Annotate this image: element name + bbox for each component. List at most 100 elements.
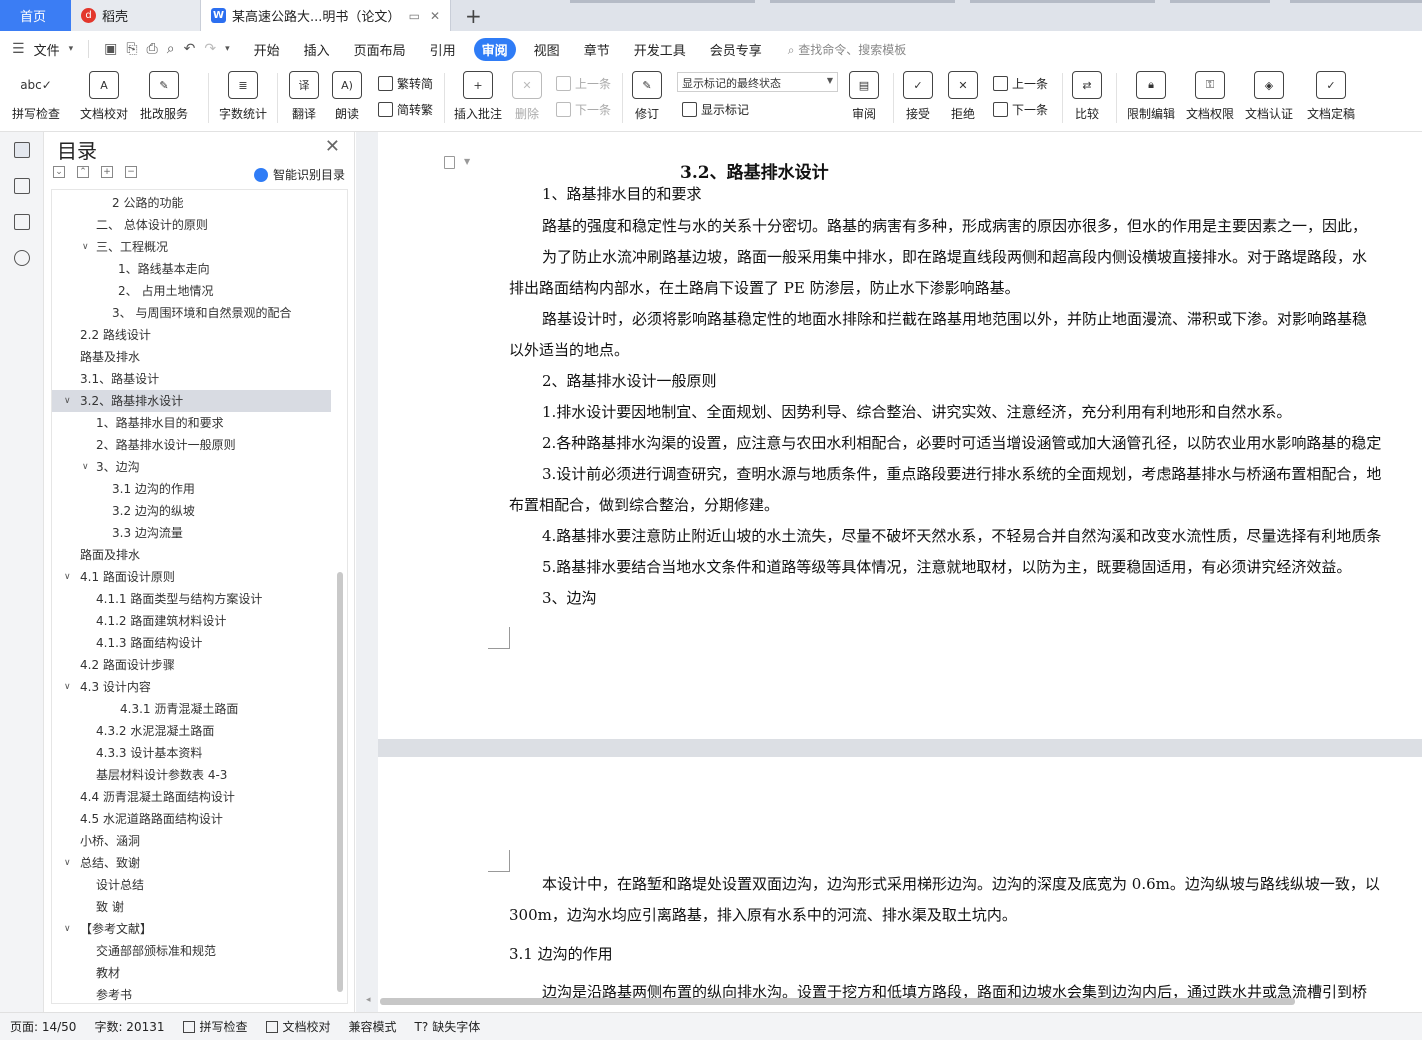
- toc-item[interactable]: 3.1 边沟的作用: [52, 478, 331, 500]
- save-icon[interactable]: ▣: [104, 41, 117, 57]
- tab-document[interactable]: W 某高速公路大...明书（论文） ▭ ✕: [201, 0, 451, 31]
- word-count-button[interactable]: ≣ 字数统计: [219, 71, 267, 122]
- bookmark-icon[interactable]: [14, 214, 30, 230]
- paragraph-note-icon[interactable]: [444, 156, 455, 169]
- restrict-editing-button[interactable]: 🔒︎ 限制编辑: [1127, 71, 1175, 122]
- document-permission-button[interactable]: ⚿ 文档权限: [1186, 71, 1234, 122]
- expand-all-icon[interactable]: ⌃: [77, 166, 89, 178]
- toc-item[interactable]: 基层材料设计参数表 4-3: [52, 764, 331, 786]
- toc-item[interactable]: 路面及排水: [52, 544, 331, 566]
- toc-item-active[interactable]: ∨ 3.2、路基排水设计: [52, 390, 331, 412]
- toc-item[interactable]: 4.2 路面设计步骤: [52, 654, 331, 676]
- menu-member[interactable]: 会员专享: [710, 40, 762, 59]
- insert-comment-button[interactable]: + 插入批注: [454, 71, 502, 122]
- chevron-down-icon[interactable]: ∨: [64, 390, 71, 412]
- menu-developer[interactable]: 开发工具: [634, 40, 686, 59]
- spell-check-button[interactable]: abc✓ 拼写检查: [12, 71, 60, 122]
- toc-item[interactable]: 1、路线基本走向: [52, 258, 331, 280]
- toc-item[interactable]: 3、 与周围环境和自然景观的配合: [52, 302, 331, 324]
- toc-item[interactable]: 3.3 边沟流量: [52, 522, 331, 544]
- menu-review[interactable]: 审阅: [473, 37, 516, 61]
- toc-item[interactable]: ∨ 4.1 路面设计原则: [52, 566, 331, 588]
- review-pane-button[interactable]: ▤ 审阅: [849, 71, 879, 122]
- proofread-button[interactable]: A 文档校对: [80, 71, 128, 122]
- menu-chapter[interactable]: 章节: [584, 40, 610, 59]
- scrollbar-thumb[interactable]: [380, 998, 1295, 1005]
- toc-item[interactable]: 路基及排水: [52, 346, 331, 368]
- toc-item[interactable]: ∨ 【参考文献】: [52, 918, 331, 940]
- show-markup-button[interactable]: 显示标记: [682, 101, 749, 118]
- toc-item[interactable]: 2 公路的功能: [52, 192, 331, 214]
- chevron-down-icon[interactable]: ∨: [82, 456, 89, 478]
- toc-item[interactable]: 设计总结: [52, 874, 331, 896]
- chevron-down-icon[interactable]: ∨: [64, 566, 71, 588]
- compat-mode-indicator[interactable]: 兼容模式: [349, 1018, 397, 1035]
- toc-item[interactable]: 4.1.1 路面类型与结构方案设计: [52, 588, 331, 610]
- finalize-document-button[interactable]: ✓ 文档定稿: [1307, 71, 1355, 122]
- delete-comment-button[interactable]: ✕ 删除: [512, 71, 542, 122]
- toc-item[interactable]: 3.2 边沟的纵坡: [52, 500, 331, 522]
- scroll-left-icon[interactable]: ◂: [366, 995, 371, 1005]
- tab-pin-icon[interactable]: ▭: [409, 9, 420, 23]
- toc-item[interactable]: 小桥、涵洞: [52, 830, 331, 852]
- chevron-down-icon[interactable]: ▾: [69, 44, 74, 54]
- menu-insert[interactable]: 插入: [304, 40, 330, 59]
- next-comment-button[interactable]: 下一条: [556, 101, 611, 118]
- toc-item[interactable]: 4.5 水泥道路路面结构设计: [52, 808, 331, 830]
- trad-to-simp-button[interactable]: 繁转简: [378, 75, 433, 92]
- menu-page-layout[interactable]: 页面布局: [354, 40, 406, 59]
- customize-icon[interactable]: ▾: [225, 44, 230, 54]
- tab-daoke[interactable]: d 稻壳: [71, 0, 201, 31]
- menu-view[interactable]: 视图: [534, 40, 560, 59]
- file-menu[interactable]: 文件: [34, 40, 60, 59]
- word-count-indicator[interactable]: 字数: 20131: [94, 1018, 164, 1035]
- toc-item[interactable]: 4.4 沥青混凝土路面结构设计: [52, 786, 331, 808]
- read-aloud-button[interactable]: A) 朗读: [332, 71, 362, 122]
- horizontal-scrollbar[interactable]: ◂: [358, 995, 1420, 1006]
- toc-item[interactable]: 2.2 路线设计: [52, 324, 331, 346]
- track-changes-button[interactable]: ✎ 修订: [632, 71, 662, 122]
- compare-button[interactable]: ⇄ 比较: [1072, 71, 1102, 122]
- toc-item[interactable]: 4.3.3 设计基本资料: [52, 742, 331, 764]
- reject-button[interactable]: ✕ 拒绝: [948, 71, 978, 122]
- toc-item[interactable]: 2、路基排水设计一般原则: [52, 434, 331, 456]
- redo-icon[interactable]: ↷: [204, 41, 216, 57]
- markup-state-select[interactable]: 显示标记的最终状态 ▼: [677, 72, 838, 92]
- toc-item[interactable]: 参考书: [52, 984, 331, 1003]
- print-icon[interactable]: ⎙: [147, 41, 158, 57]
- close-icon[interactable]: ✕: [430, 9, 440, 23]
- toc-item[interactable]: 1、路基排水目的和要求: [52, 412, 331, 434]
- toc-item[interactable]: 交通部部颁标准和规范: [52, 940, 331, 962]
- toc-panel-icon[interactable]: [14, 142, 30, 158]
- undo-icon[interactable]: ↶: [184, 41, 196, 57]
- menu-icon[interactable]: ☰: [12, 41, 25, 57]
- chevron-down-icon[interactable]: ∨: [64, 676, 71, 698]
- print-preview-icon[interactable]: ⌕: [167, 41, 175, 57]
- toc-item[interactable]: 4.1.2 路面建筑材料设计: [52, 610, 331, 632]
- tab-home[interactable]: 首页: [0, 0, 71, 31]
- missing-font-indicator[interactable]: T? 缺失字体: [415, 1018, 481, 1035]
- menu-references[interactable]: 引用: [430, 40, 456, 59]
- previous-change-button[interactable]: 上一条: [993, 75, 1048, 92]
- toc-item[interactable]: ∨ 三、工程概况: [52, 236, 331, 258]
- new-tab-button[interactable]: +: [451, 0, 496, 31]
- next-change-button[interactable]: 下一条: [993, 101, 1048, 118]
- toc-item[interactable]: ∨ 3、边沟: [52, 456, 331, 478]
- page-indicator[interactable]: 页面: 14/50: [10, 1018, 76, 1035]
- search-icon[interactable]: [14, 250, 30, 266]
- remove-heading-icon[interactable]: −: [125, 166, 137, 178]
- accept-button[interactable]: ✓ 接受: [903, 71, 933, 122]
- chevron-down-icon[interactable]: ∨: [64, 852, 71, 874]
- toc-item[interactable]: 致 谢: [52, 896, 331, 918]
- status-spell-check[interactable]: 拼写检查: [182, 1018, 248, 1035]
- toc-item[interactable]: 4.1.3 路面结构设计: [52, 632, 331, 654]
- chapter-panel-icon[interactable]: [14, 178, 30, 194]
- toc-item[interactable]: 4.3.1 沥青混凝土路面: [52, 698, 331, 720]
- previous-comment-button[interactable]: 上一条: [556, 75, 611, 92]
- add-heading-icon[interactable]: +: [101, 166, 113, 178]
- toc-item[interactable]: 二、 总体设计的原则: [52, 214, 331, 236]
- toc-item[interactable]: ∨ 总结、致谢: [52, 852, 331, 874]
- export-pdf-icon[interactable]: ⎘: [126, 41, 137, 57]
- annotation-service-button[interactable]: ✎ 批改服务: [140, 71, 188, 122]
- simp-to-trad-button[interactable]: 简转繁: [378, 101, 433, 118]
